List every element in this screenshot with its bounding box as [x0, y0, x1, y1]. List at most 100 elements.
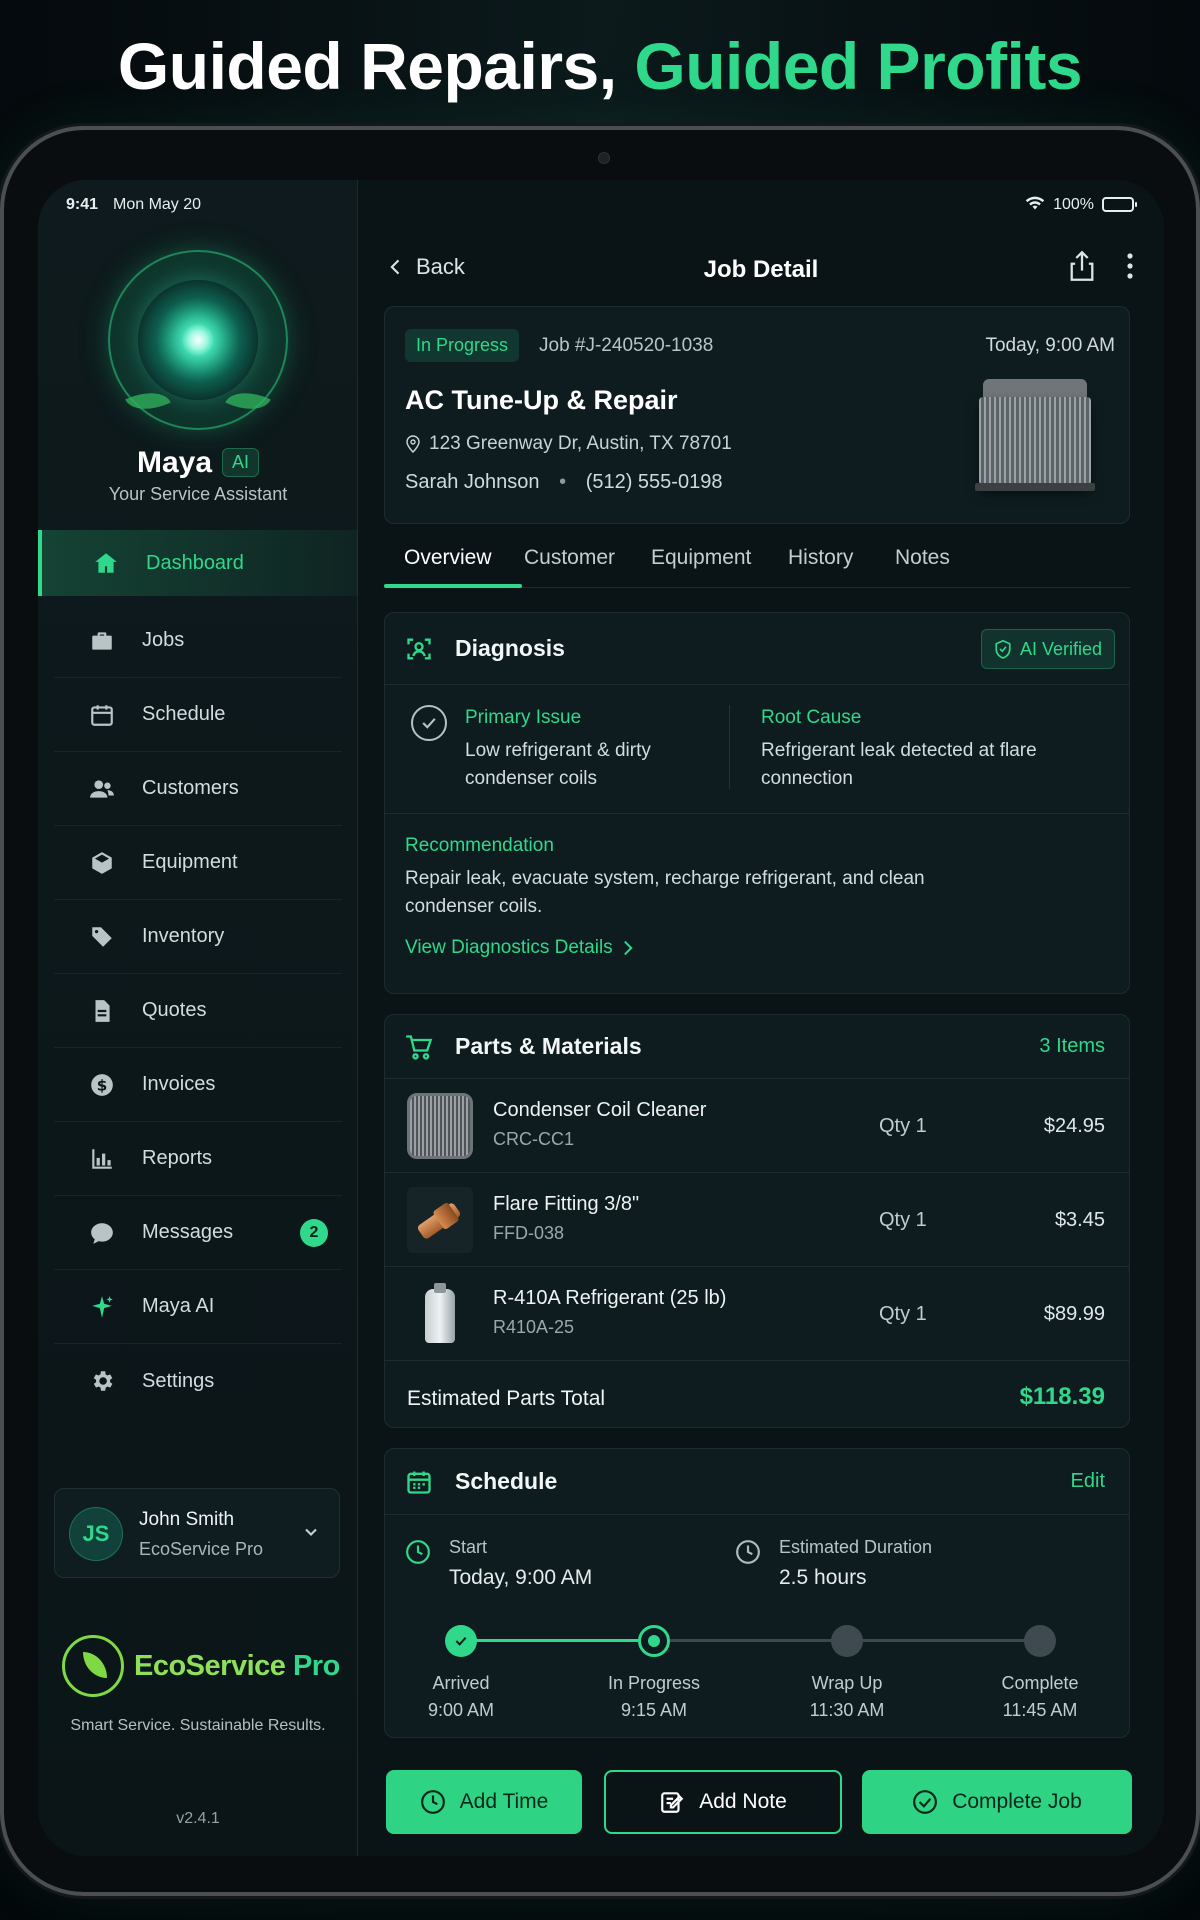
- unread-badge: 2: [300, 1218, 328, 1247]
- clock-icon: [405, 1539, 431, 1565]
- sidebar-item-label: Schedule: [142, 703, 226, 725]
- headline-part2: Guided Profits: [634, 29, 1083, 103]
- sidebar-item-messages[interactable]: Messages 2: [54, 1196, 342, 1270]
- sidebar-item-inventory[interactable]: Inventory: [54, 900, 342, 974]
- parts-card: Parts & Materials 3 Items Condenser Coil…: [384, 1014, 1130, 1428]
- calendar-icon: [88, 701, 116, 729]
- main-content: Back Job Detail In Progress Job #J-24052…: [358, 180, 1164, 1856]
- leaf-logo-icon: [62, 1635, 124, 1697]
- clock-icon: [735, 1539, 761, 1565]
- step-name: Wrap Up: [811, 1673, 883, 1693]
- maya-avatar[interactable]: [108, 250, 288, 430]
- check-circle-icon: [411, 705, 447, 741]
- job-time: Today, 9:00 AM: [985, 335, 1115, 356]
- edit-schedule-button[interactable]: Edit: [1071, 1470, 1105, 1493]
- sidebar-item-dashboard[interactable]: Dashboard: [38, 530, 358, 596]
- step-dot-arrived: [445, 1625, 477, 1657]
- page-title: Job Detail: [703, 256, 819, 283]
- tab-equipment[interactable]: Equipment: [651, 546, 751, 570]
- complete-job-button[interactable]: Complete Job: [862, 1770, 1132, 1834]
- sidebar-item-maya-ai[interactable]: Maya AI: [54, 1270, 342, 1344]
- divider: [729, 705, 730, 789]
- part-qty: Qty 1: [879, 1303, 927, 1325]
- table-row[interactable]: Flare Fitting 3/8" FFD-038 Qty 1 $3.45: [385, 1173, 1129, 1267]
- start-value: Today, 9:00 AM: [449, 1566, 593, 1589]
- part-sku: R410A-25: [493, 1317, 575, 1337]
- share-icon[interactable]: [1068, 250, 1096, 287]
- brand-tagline: Smart Service. Sustainable Results.: [70, 1717, 326, 1734]
- sidebar-item-equipment[interactable]: Equipment: [54, 826, 342, 900]
- bar-chart-icon: [88, 1145, 116, 1173]
- step-name: Complete: [1001, 1673, 1079, 1693]
- tag-icon: [88, 923, 116, 951]
- tab-overview[interactable]: Overview: [404, 546, 492, 570]
- diagnosis-card: Diagnosis AI Verified Primary Issue Low …: [384, 612, 1130, 994]
- sidebar-nav: Dashboard Jobs Schedule Customers Equipm…: [38, 530, 358, 1418]
- add-note-button[interactable]: Add Note: [604, 1770, 842, 1834]
- status-bar: 9:41 Mon May 20 100%: [38, 180, 1164, 228]
- brand-logo: EcoService Pro: [62, 1635, 340, 1697]
- sidebar-item-label: Quotes: [142, 999, 207, 1021]
- sidebar-item-quotes[interactable]: Quotes: [54, 974, 342, 1048]
- sparkle-icon: [88, 1293, 116, 1321]
- shield-check-icon: [995, 639, 1011, 659]
- primary-issue-text: Low refrigerant & dirty condenser coils: [465, 740, 651, 789]
- parts-total-value: $118.39: [1019, 1383, 1105, 1410]
- chevron-down-icon: [301, 1522, 321, 1547]
- tablet-screen: Maya AI Your Service Assistant Dashboard …: [38, 180, 1164, 1856]
- sidebar-item-invoices[interactable]: $ Invoices: [54, 1048, 342, 1122]
- part-image: [407, 1093, 473, 1159]
- brand-name: EcoService Pro: [134, 1649, 340, 1682]
- job-summary-card: In Progress Job #J-240520-1038 Today, 9:…: [384, 306, 1130, 524]
- step-time: 9:00 AM: [427, 1700, 495, 1720]
- user-switcher[interactable]: JS John Smith EcoService Pro: [54, 1488, 340, 1578]
- step-name: Arrived: [432, 1673, 490, 1693]
- table-row[interactable]: R-410A Refrigerant (25 lb) R410A-25 Qty …: [385, 1267, 1129, 1361]
- sidebar: Maya AI Your Service Assistant Dashboard …: [38, 180, 358, 1856]
- more-options-icon[interactable]: [1126, 252, 1134, 285]
- sidebar-item-settings[interactable]: Settings: [54, 1344, 342, 1418]
- status-date: Mon May 20: [113, 196, 202, 213]
- tab-customer[interactable]: Customer: [524, 546, 615, 570]
- top-nav-bar: Back Job Detail: [358, 240, 1164, 300]
- battery-percent: 100%: [1053, 195, 1094, 213]
- sidebar-item-jobs[interactable]: Jobs: [54, 604, 342, 678]
- users-icon: [88, 775, 116, 803]
- dollar-icon: $: [88, 1071, 116, 1099]
- part-name: R-410A Refrigerant (25 lb): [493, 1287, 727, 1309]
- wifi-icon: [1025, 194, 1045, 215]
- schedule-card: Schedule Edit Start Today, 9:00 AM Estim…: [384, 1448, 1130, 1738]
- sidebar-item-label: Reports: [142, 1147, 213, 1169]
- root-cause-label: Root Cause: [761, 707, 862, 728]
- sidebar-item-customers[interactable]: Customers: [54, 752, 342, 826]
- sidebar-item-schedule[interactable]: Schedule: [54, 678, 342, 752]
- camera-dot: [598, 152, 610, 164]
- part-name: Condenser Coil Cleaner: [493, 1099, 707, 1121]
- duration-label: Estimated Duration: [779, 1537, 933, 1557]
- user-role: EcoService Pro: [139, 1539, 264, 1559]
- part-qty: Qty 1: [879, 1115, 927, 1137]
- items-count: 3 Items: [1039, 1035, 1105, 1057]
- assistant-subtitle: Your Service Assistant: [108, 484, 288, 504]
- view-diagnostics-link[interactable]: View Diagnostics Details: [405, 937, 633, 959]
- sidebar-item-label: Invoices: [142, 1073, 216, 1095]
- box-icon: [88, 849, 116, 877]
- part-name: Flare Fitting 3/8": [493, 1193, 640, 1215]
- customer-name[interactable]: Sarah Johnson: [405, 471, 540, 493]
- customer-phone[interactable]: (512) 555-0198: [586, 471, 723, 493]
- table-row[interactable]: Condenser Coil Cleaner CRC-CC1 Qty 1 $24…: [385, 1079, 1129, 1173]
- progress-track-done: [461, 1639, 655, 1642]
- diagnostic-scan-icon: [405, 635, 433, 663]
- ai-badge: AI: [222, 448, 260, 477]
- step-time: 9:15 AM: [620, 1700, 688, 1720]
- job-address[interactable]: 123 Greenway Dr, Austin, TX 78701: [405, 433, 732, 455]
- tab-notes[interactable]: Notes: [895, 546, 950, 570]
- tab-history[interactable]: History: [788, 546, 853, 570]
- check-circle-icon: [913, 1790, 938, 1814]
- start-label: Start: [449, 1537, 488, 1557]
- document-icon: [88, 997, 116, 1025]
- sidebar-item-reports[interactable]: Reports: [54, 1122, 342, 1196]
- status-badge: In Progress: [405, 329, 520, 362]
- add-time-button[interactable]: Add Time: [386, 1770, 582, 1834]
- diagnosis-header: Diagnosis AI Verified: [385, 613, 1129, 685]
